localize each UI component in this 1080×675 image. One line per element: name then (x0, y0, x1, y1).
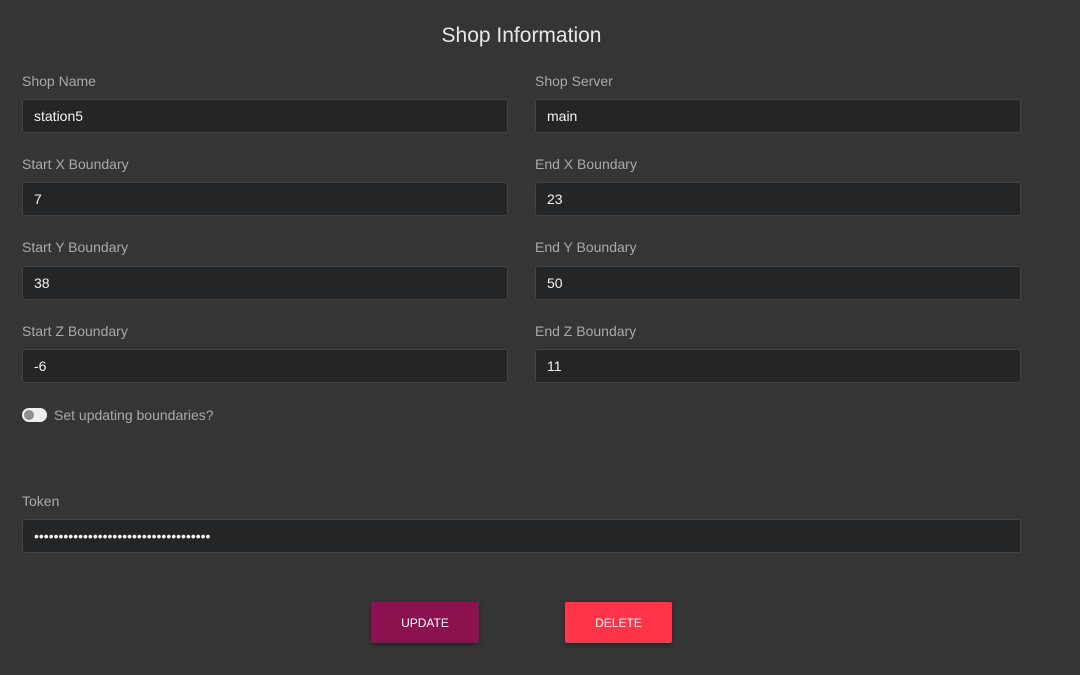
start-x-boundary-label: Start X Boundary (22, 156, 129, 172)
start-x-boundary-input[interactable] (22, 182, 508, 216)
updating-boundaries-label: Set updating boundaries? (54, 407, 214, 423)
start-y-boundary-label: Start Y Boundary (22, 239, 129, 255)
shop-name-input[interactable] (22, 99, 508, 133)
shop-server-label: Shop Server (535, 73, 613, 89)
toggle-knob (24, 410, 34, 420)
updating-boundaries-toggle[interactable] (22, 408, 47, 422)
end-y-boundary-input[interactable] (535, 266, 1021, 300)
page-title: Shop Information (441, 24, 602, 47)
shop-information-page: Shop Information Shop Name Shop Server S… (0, 0, 1080, 675)
end-x-boundary-input[interactable] (535, 182, 1021, 216)
update-button[interactable]: UPDATE (371, 602, 479, 643)
start-z-boundary-label: Start Z Boundary (22, 323, 128, 339)
end-x-boundary-label: End X Boundary (535, 156, 637, 172)
shop-name-label: Shop Name (22, 73, 96, 89)
token-input[interactable] (22, 519, 1021, 553)
end-y-boundary-label: End Y Boundary (535, 239, 637, 255)
start-z-boundary-input[interactable] (22, 349, 508, 383)
delete-button[interactable]: DELETE (565, 602, 672, 643)
token-label: Token (22, 493, 60, 509)
end-z-boundary-label: End Z Boundary (535, 323, 637, 339)
updating-boundaries-toggle-row: Set updating boundaries? (22, 405, 214, 425)
end-z-boundary-input[interactable] (535, 349, 1021, 383)
shop-server-input[interactable] (535, 99, 1021, 133)
start-y-boundary-input[interactable] (22, 266, 508, 300)
